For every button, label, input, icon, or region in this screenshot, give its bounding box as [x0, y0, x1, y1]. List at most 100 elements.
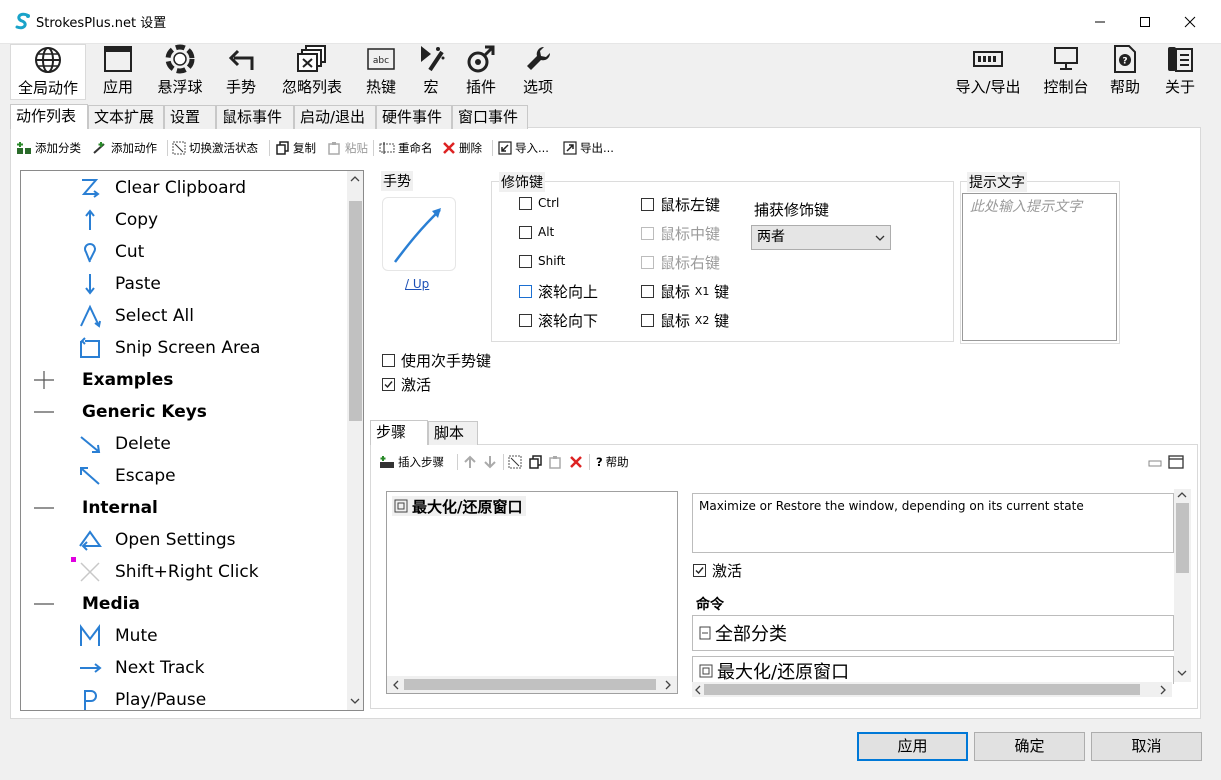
import-button[interactable]: 导入...	[498, 139, 549, 157]
wheel-down-checkbox[interactable]: 滚轮向下	[519, 310, 598, 331]
gesture-link[interactable]: / Up	[405, 277, 429, 291]
mouse-x1-checkbox[interactable]: 鼠标 X1 键	[641, 281, 729, 302]
steps-list-hscrollbar[interactable]	[387, 676, 677, 693]
add-action-button[interactable]: 添加动作	[92, 139, 157, 157]
insert-step-button[interactable]: 插入步骤	[379, 453, 444, 471]
wheel-up-checkbox[interactable]: 滚轮向上	[519, 281, 598, 302]
command-category-select[interactable]: 全部分类	[692, 615, 1174, 651]
tab-startup-exit[interactable]: 启动/退出	[294, 105, 376, 129]
arrow-right-icon	[80, 663, 102, 673]
steps-help-button[interactable]: ? 帮助	[596, 453, 629, 471]
key-suffix: 键	[714, 312, 730, 330]
tab-window-events[interactable]: 窗口事件	[452, 105, 528, 129]
export-button[interactable]: 导出...	[563, 139, 614, 157]
command-select[interactable]: 最大化/还原窗口	[692, 656, 1174, 684]
minimize-panel-icon[interactable]	[1148, 458, 1162, 468]
cancel-button[interactable]: 取消	[1091, 732, 1202, 761]
tree-category[interactable]: Examples	[33, 364, 173, 396]
mouse-x2-checkbox[interactable]: 鼠标 X2 键	[641, 310, 729, 331]
move-down-icon[interactable]	[483, 455, 497, 469]
tree-item[interactable]: Cut	[78, 236, 144, 268]
toolbar-help[interactable]: ? 帮助	[1104, 44, 1146, 100]
shift-checkbox[interactable]: Shift	[519, 254, 565, 268]
tree-category[interactable]: Media	[33, 588, 140, 620]
details-scroll-thumb[interactable]	[1176, 503, 1189, 573]
tree-item[interactable]: Clear Clipboard	[78, 172, 246, 204]
toolbar-global-actions[interactable]: 全局动作	[10, 44, 86, 100]
toolbar-options[interactable]: 选项	[516, 44, 560, 100]
alt-checkbox[interactable]: Alt	[519, 225, 554, 239]
tree-item[interactable]: Mute	[78, 620, 158, 652]
tree-category-label: Media	[82, 594, 140, 614]
toolbar-hover-ball[interactable]: 悬浮球	[150, 44, 210, 100]
paste-step-icon[interactable]	[549, 455, 563, 469]
rename-button[interactable]: 重命名	[379, 139, 433, 157]
toolbar-label: 关于	[1164, 78, 1195, 96]
copy-button[interactable]: 复制	[276, 139, 316, 157]
tree-item-label: Paste	[115, 274, 161, 294]
toolbar-import-export[interactable]: 导入/导出	[950, 44, 1026, 100]
toolbar-about[interactable]: 关于	[1158, 44, 1202, 100]
details-hscrollbar[interactable]	[692, 682, 1172, 697]
toolbar-console[interactable]: 控制台	[1038, 44, 1094, 100]
tree-item[interactable]: Paste	[78, 268, 161, 300]
tab-action-list[interactable]: 动作列表	[10, 104, 88, 129]
tree-category[interactable]: Internal	[33, 492, 158, 524]
toggle-active-button[interactable]: 切换激活状态	[172, 139, 258, 157]
toggle-step-icon[interactable]	[508, 455, 522, 469]
toolbar-macros[interactable]: 宏	[412, 44, 450, 100]
tree-item[interactable]: Play/Pause	[78, 684, 206, 710]
minimize-button[interactable]	[1077, 0, 1123, 44]
copy-step-icon[interactable]	[529, 455, 543, 469]
tree-item[interactable]: Copy	[78, 204, 158, 236]
paste-label: 粘贴	[345, 141, 368, 155]
mouse-left-checkbox[interactable]: 鼠标左键	[641, 194, 720, 215]
ctrl-checkbox[interactable]: Ctrl	[519, 196, 559, 210]
tab-hardware-events[interactable]: 硬件事件	[376, 105, 452, 129]
step-active-checkbox[interactable]: 激活	[693, 560, 742, 581]
delete-step-icon[interactable]	[569, 455, 583, 469]
tree-category[interactable]: Generic Keys	[33, 396, 207, 428]
tab-steps[interactable]: 步骤	[370, 420, 428, 445]
active-checkbox[interactable]: 激活	[382, 374, 431, 395]
tree-item[interactable]: Escape	[78, 460, 176, 492]
toolbar-separator	[167, 140, 168, 156]
delete-label: 删除	[459, 141, 482, 155]
close-button[interactable]	[1167, 0, 1213, 44]
toolbar-plugins[interactable]: 插件	[460, 44, 502, 100]
apply-button[interactable]: 应用	[857, 732, 968, 761]
step-item[interactable]: 最大化/还原窗口	[392, 496, 527, 516]
tree-item[interactable]: Next Track	[78, 652, 205, 684]
tree-item[interactable]: Delete	[78, 428, 171, 460]
toolbar-apps[interactable]: 应用	[92, 44, 144, 100]
toggle-active-icon	[172, 141, 186, 155]
tab-script[interactable]: 脚本	[428, 421, 478, 445]
tree-item[interactable]: Snip Screen Area	[78, 332, 260, 364]
tree-item[interactable]: Select All	[78, 300, 194, 332]
action-tree[interactable]: Clear Clipboard Copy Cut Paste Select Al…	[20, 170, 364, 711]
tree-scroll-thumb[interactable]	[349, 201, 362, 421]
add-category-button[interactable]: 添加分类	[16, 139, 81, 157]
tree-item[interactable]: Open Settings	[78, 524, 236, 556]
toolbar-ignore-list[interactable]: 忽略列表	[276, 44, 348, 100]
mouse-middle-checkbox[interactable]: 鼠标中键	[641, 223, 720, 244]
ok-button[interactable]: 确定	[974, 732, 1085, 761]
modifiers-group-label: 修饰键	[499, 172, 545, 192]
tab-settings[interactable]: 设置	[164, 105, 216, 129]
gesture-preview[interactable]	[382, 197, 456, 271]
tab-mouse-events[interactable]: 鼠标事件	[216, 105, 294, 129]
move-up-icon[interactable]	[463, 455, 477, 469]
tab-text-expansion[interactable]: 文本扩展	[88, 105, 164, 129]
secondary-button-checkbox[interactable]: 使用次手势键	[382, 350, 491, 371]
toolbar-gestures[interactable]: 手势	[218, 44, 264, 100]
capture-modifiers-select[interactable]: 两者	[751, 225, 891, 250]
maximize-panel-icon[interactable]	[1168, 455, 1184, 469]
globe-icon	[11, 45, 85, 75]
maximize-button[interactable]	[1122, 0, 1168, 44]
paste-button[interactable]: 粘贴	[328, 139, 368, 157]
delete-button[interactable]: 删除	[442, 139, 482, 157]
steps-list[interactable]	[386, 491, 678, 694]
tree-item[interactable]: Shift+Right Click	[78, 556, 259, 588]
mouse-right-checkbox[interactable]: 鼠标右键	[641, 252, 720, 273]
toolbar-hotkeys[interactable]: abc 热键	[360, 44, 402, 100]
